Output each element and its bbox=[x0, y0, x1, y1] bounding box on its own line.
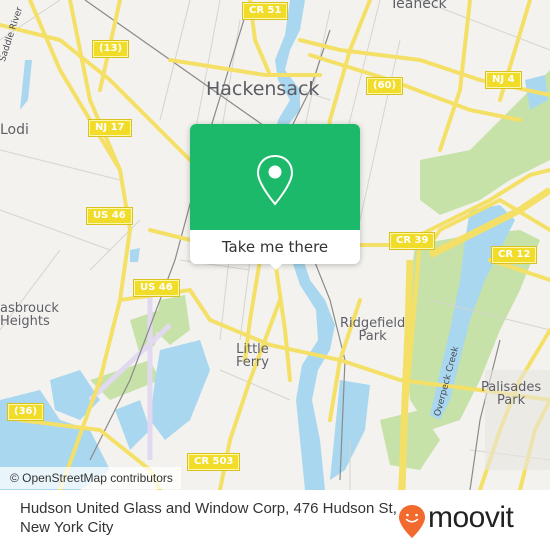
route-shield-nj17: NJ 17 bbox=[88, 119, 132, 137]
place-label-line: Heights bbox=[0, 314, 50, 329]
place-label-line: Ferry bbox=[236, 355, 269, 370]
place-label-little-ferry: Little Ferry bbox=[236, 343, 269, 369]
popup-header bbox=[190, 124, 360, 230]
popup-pointer bbox=[268, 262, 284, 270]
moovit-pin-logo-icon bbox=[399, 505, 425, 538]
take-me-there-button[interactable]: Take me there bbox=[190, 230, 360, 264]
route-shield-60: (60) bbox=[365, 77, 404, 95]
footer: Hudson United Glass and Window Corp, 476… bbox=[0, 490, 550, 550]
route-shield-cr503: CR 503 bbox=[186, 453, 241, 471]
map-canvas[interactable]: Hackensack Teaneck Lodi asbrouck Heights… bbox=[0, 0, 550, 490]
route-shield-13: (13) bbox=[91, 40, 130, 58]
moovit-wordmark: moovit bbox=[428, 501, 514, 534]
location-pin-icon bbox=[256, 154, 294, 206]
place-label-hasbrouck-heights: asbrouck Heights bbox=[0, 302, 59, 328]
route-shield-us46-b: US 46 bbox=[133, 279, 180, 297]
route-shield-us46-a: US 46 bbox=[86, 207, 133, 225]
destination-popup: Take me there bbox=[190, 124, 360, 270]
route-shield-nj4: NJ 4 bbox=[485, 71, 522, 89]
place-label-teaneck: Teaneck bbox=[390, 0, 447, 12]
route-shield-cr51: CR 51 bbox=[241, 2, 289, 20]
route-shield-cr12: CR 12 bbox=[490, 246, 538, 264]
place-label-line: Park bbox=[358, 329, 387, 344]
place-label-ridgefield-park: Ridgefield Park bbox=[340, 317, 405, 343]
location-title: Hudson United Glass and Window Corp, 476… bbox=[20, 500, 397, 536]
place-label-line: Park bbox=[497, 393, 526, 408]
place-label-hackensack: Hackensack bbox=[206, 78, 320, 100]
place-label-palisades-park: Palisades Park bbox=[481, 381, 541, 407]
place-label-lodi: Lodi bbox=[0, 122, 29, 138]
map-attribution[interactable]: © OpenStreetMap contributors bbox=[0, 467, 181, 489]
route-shield-36: (36) bbox=[6, 403, 45, 421]
route-shield-cr39: CR 39 bbox=[388, 232, 436, 250]
